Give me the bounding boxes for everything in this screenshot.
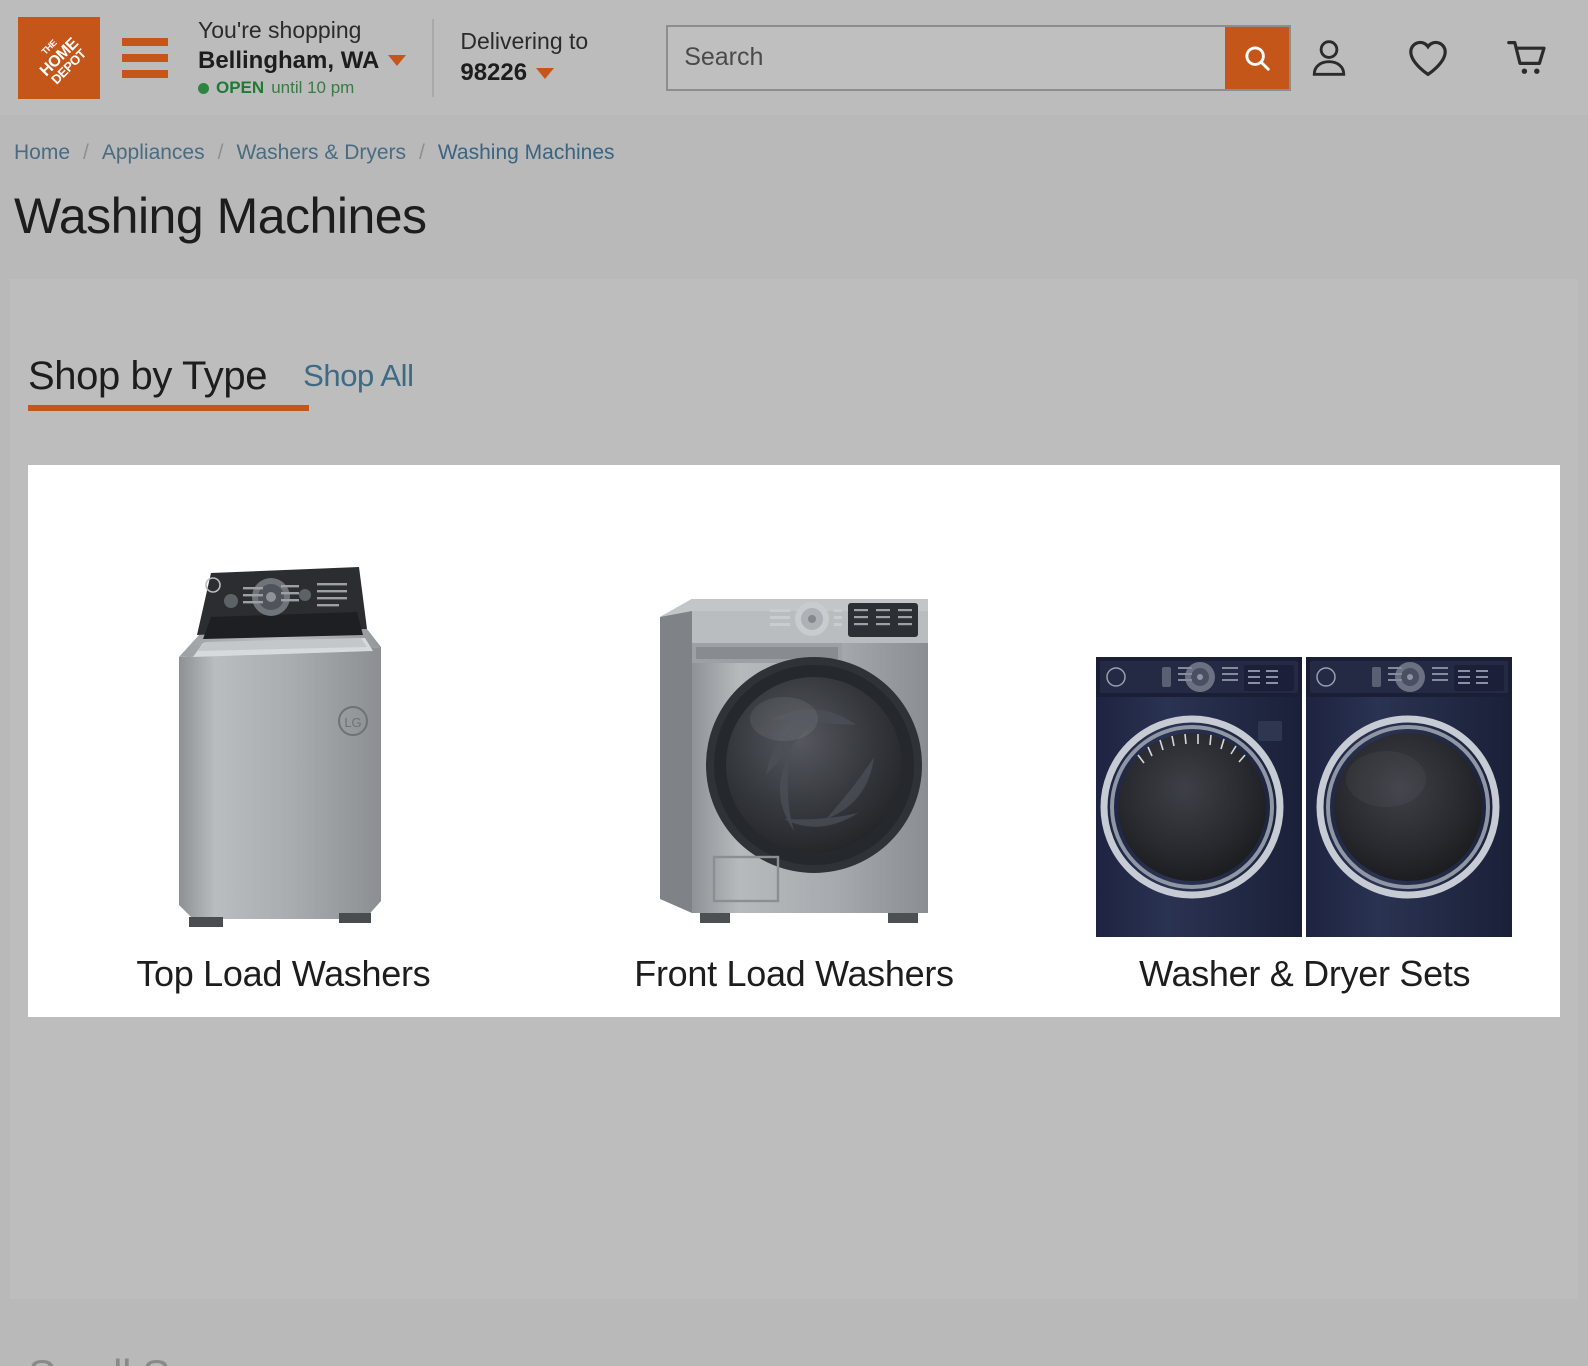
category-tile-washer-dryer-sets[interactable]: Washer & Dryer Sets bbox=[1049, 465, 1560, 1017]
hamburger-menu-icon[interactable] bbox=[122, 37, 168, 78]
top-load-washer-image: LG bbox=[28, 465, 539, 953]
account-icon[interactable] bbox=[1306, 35, 1352, 81]
svg-text:LG: LG bbox=[345, 715, 362, 730]
tab-shop-by-type[interactable]: Shop by Type bbox=[28, 354, 310, 411]
breadcrumb-separator: / bbox=[83, 141, 89, 164]
logo-mark: THE HOME DEPOT bbox=[18, 17, 100, 99]
store-location[interactable]: Bellingham, WA bbox=[198, 46, 407, 75]
header-divider bbox=[432, 18, 435, 97]
hamburger-bar bbox=[122, 37, 168, 46]
delivery-zip-label: 98226 bbox=[460, 59, 528, 87]
breadcrumb-separator: / bbox=[419, 141, 425, 164]
shopping-cart-icon[interactable] bbox=[1504, 34, 1552, 82]
store-selector[interactable]: You're shopping Bellingham, WA OPEN unti… bbox=[198, 16, 407, 99]
category-tab-bar: Shop by Type Shop All bbox=[28, 279, 1560, 411]
breadcrumb-item-washers-dryers[interactable]: Washers & Dryers bbox=[236, 141, 406, 165]
small-spaces-section: Small Spaces bbox=[10, 1299, 1578, 1366]
delivery-prefix-label: Delivering to bbox=[460, 28, 589, 55]
category-label-top-load-washers: Top Load Washers bbox=[136, 953, 431, 994]
delivery-zip-selector[interactable]: Delivering to 98226 bbox=[460, 27, 588, 87]
category-tile-top-load-washers[interactable]: LG Top Load Washers bbox=[28, 465, 539, 1017]
home-depot-logo[interactable]: THE HOME DEPOT bbox=[18, 16, 100, 99]
search-input[interactable] bbox=[668, 26, 1226, 89]
store-prefix-label: You're shopping bbox=[198, 17, 362, 44]
search-icon bbox=[1245, 45, 1270, 71]
logo-wordmark: THE HOME DEPOT bbox=[28, 27, 89, 88]
small-spaces-header: Small Spaces bbox=[28, 1299, 1560, 1366]
store-status: OPEN until 10 pm bbox=[198, 78, 406, 99]
category-tile-front-load-washers[interactable]: Front Load Washers bbox=[539, 465, 1050, 1017]
site-header: THE HOME DEPOT You're shopping Bellingha… bbox=[0, 0, 1588, 115]
status-dot-icon bbox=[198, 82, 209, 94]
shop-by-type-panel: Shop by Type Shop All LG Top Load Washer… bbox=[10, 279, 1578, 1299]
hamburger-bar bbox=[122, 53, 168, 62]
wishlist-heart-icon[interactable] bbox=[1404, 34, 1452, 82]
category-label-washer-dryer-sets: Washer & Dryer Sets bbox=[1139, 953, 1471, 994]
breadcrumb-separator: / bbox=[217, 141, 224, 164]
search-bar bbox=[666, 24, 1292, 91]
breadcrumb: Home / Appliances / Washers & Dryers / W… bbox=[0, 115, 1588, 165]
breadcrumb-item-washing-machines[interactable]: Washing Machines bbox=[438, 141, 615, 165]
search-submit-button[interactable] bbox=[1225, 26, 1290, 89]
category-card: LG Top Load Washers Front Load Washers W… bbox=[28, 465, 1560, 1017]
page-title: Washing Machines bbox=[14, 188, 427, 244]
front-load-washer-illustration bbox=[660, 599, 928, 923]
chevron-down-icon[interactable] bbox=[388, 54, 407, 66]
front-load-washer-image bbox=[539, 465, 1050, 953]
tab-shop-all[interactable]: Shop All bbox=[303, 358, 414, 411]
hamburger-bar bbox=[122, 69, 168, 78]
small-spaces-title: Small Spaces bbox=[28, 1351, 280, 1366]
header-icon-group bbox=[1306, 34, 1570, 82]
lg-top-load-washer-illustration: LG bbox=[179, 567, 382, 927]
store-location-label: Bellingham, WA bbox=[198, 46, 380, 74]
store-status-open: OPEN bbox=[216, 77, 265, 97]
chevron-down-icon[interactable] bbox=[536, 67, 555, 79]
ge-washer-dryer-set-illustration bbox=[1095, 657, 1512, 937]
delivery-zip[interactable]: 98226 bbox=[460, 58, 588, 87]
store-status-hours: until 10 pm bbox=[271, 77, 355, 97]
washer-dryer-set-image bbox=[1049, 465, 1560, 953]
breadcrumb-item-home[interactable]: Home bbox=[14, 141, 70, 165]
breadcrumb-item-appliances[interactable]: Appliances bbox=[102, 141, 205, 165]
category-label-front-load-washers: Front Load Washers bbox=[634, 953, 954, 994]
